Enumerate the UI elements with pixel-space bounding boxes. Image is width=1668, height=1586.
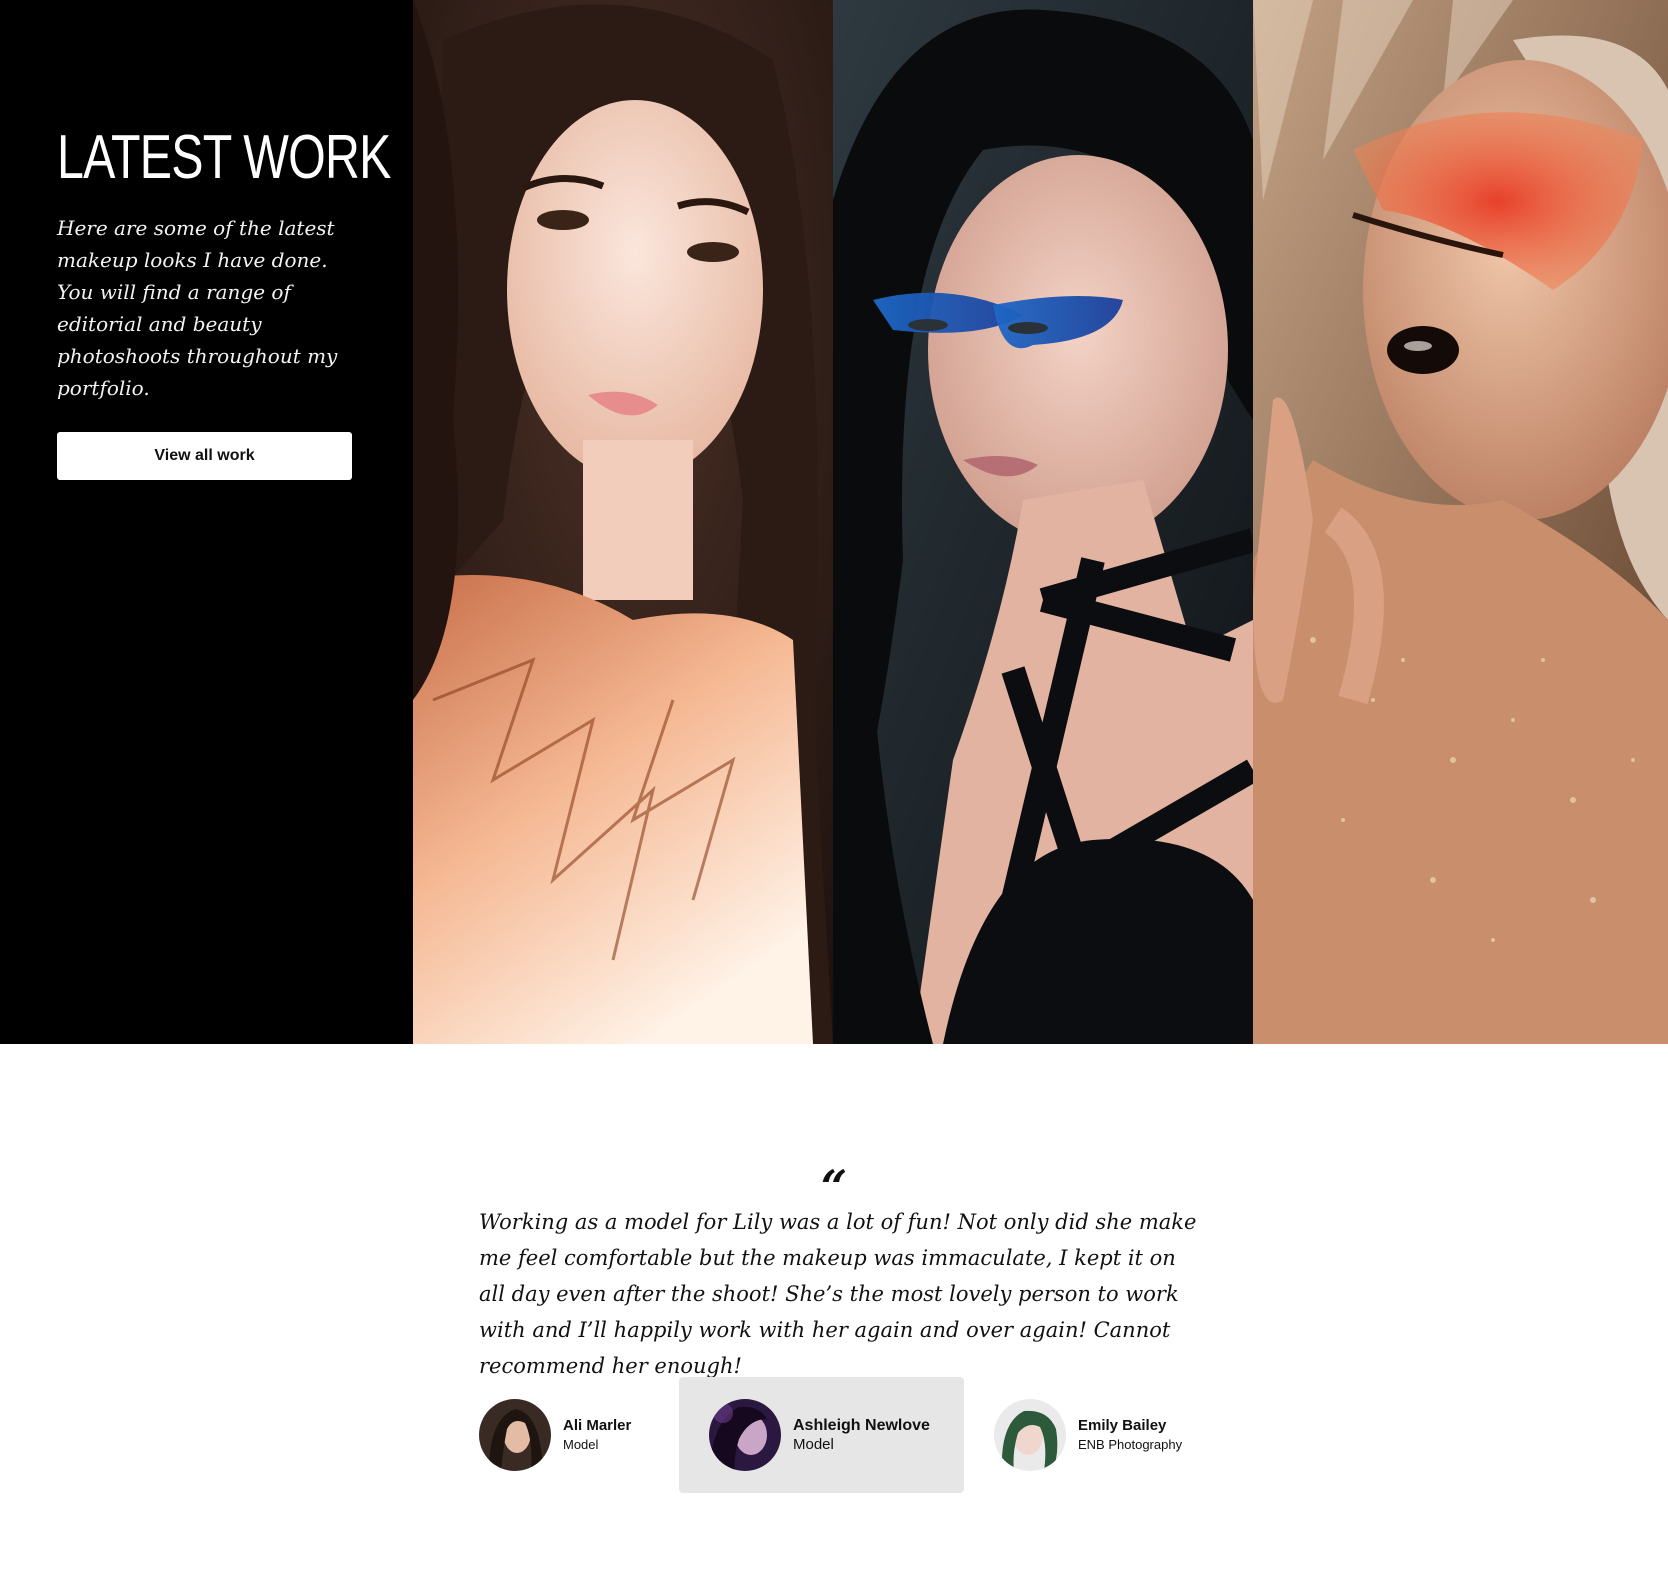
- author-role: Model: [793, 1436, 834, 1453]
- photo-copper-top-image: [413, 0, 833, 1044]
- latest-work-intro: LATEST WORK Here are some of the latest …: [0, 0, 413, 1044]
- author-info: Ali Marler Model: [563, 1416, 631, 1454]
- author-name: Ashleigh Newlove: [793, 1417, 930, 1434]
- author-role: ENB Photography: [1078, 1437, 1183, 1452]
- author-emily-bailey[interactable]: Emily Bailey ENB Photography: [994, 1377, 1199, 1493]
- portfolio-photo-blue-eyeshadow[interactable]: [833, 0, 1253, 1044]
- view-all-work-button[interactable]: View all work: [57, 432, 352, 480]
- section-description: Here are some of the latest makeup looks…: [57, 216, 338, 400]
- latest-work-section: LATEST WORK Here are some of the latest …: [0, 0, 1668, 1044]
- testimonial-authors: Ali Marler Model Ashleigh Newlove Model: [479, 1377, 1199, 1493]
- testimonial-section: “ Working as a model for Lily was a lot …: [0, 1044, 1668, 1586]
- author-ali-marler[interactable]: Ali Marler Model: [479, 1377, 659, 1493]
- author-info: Ashleigh Newlove Model: [793, 1416, 930, 1454]
- portfolio-photo-copper-top[interactable]: [413, 0, 833, 1044]
- author-role: Model: [563, 1437, 599, 1452]
- author-info: Emily Bailey ENB Photography: [1078, 1416, 1182, 1454]
- portfolio-photo-red-glitter[interactable]: [1253, 0, 1668, 1044]
- avatar: [479, 1399, 551, 1471]
- photo-red-glitter-image: [1253, 0, 1668, 1044]
- section-title: LATEST WORK: [57, 123, 391, 192]
- author-ashleigh-newlove[interactable]: Ashleigh Newlove Model: [679, 1377, 964, 1493]
- author-name: Emily Bailey: [1078, 1417, 1167, 1434]
- author-name: Ali Marler: [563, 1417, 632, 1434]
- avatar: [994, 1399, 1066, 1471]
- photo-blue-eyeshadow-image: [833, 0, 1253, 1044]
- testimonial-quote: Working as a model for Lily was a lot of…: [479, 1210, 1197, 1378]
- avatar: [709, 1399, 781, 1471]
